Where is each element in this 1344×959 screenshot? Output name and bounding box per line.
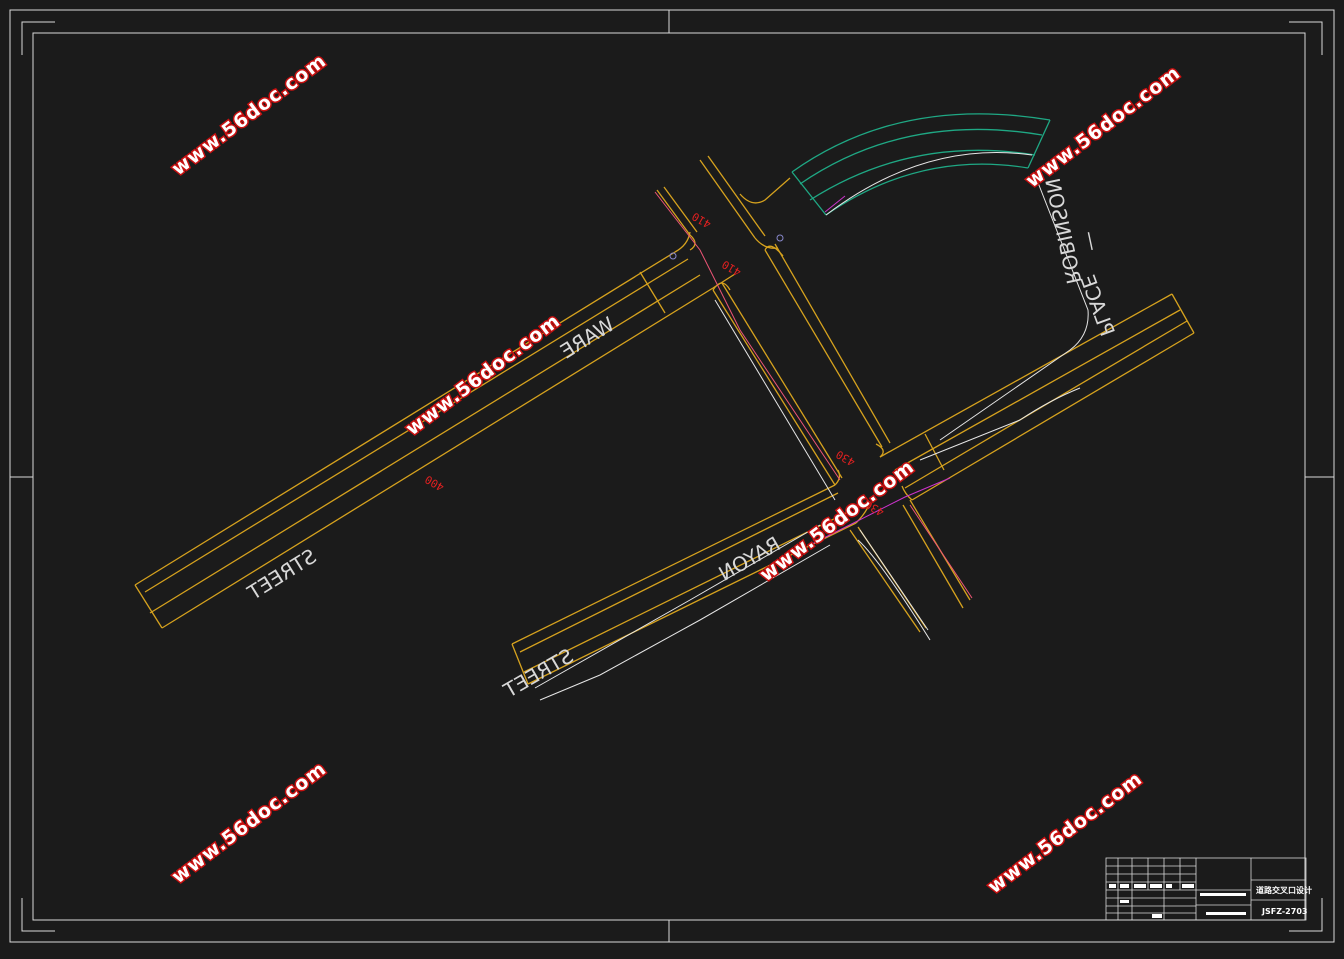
street-label-street-2: STREET (499, 644, 578, 703)
watermark-2: www.56doc.com (402, 310, 565, 440)
watermark-1: www.56doc.com (168, 50, 331, 180)
title-block-title: 道路交叉口设计 (1256, 885, 1312, 895)
street-label-robinson: ROBINSON (1040, 176, 1086, 286)
title-block-drawing-no: JSFZ-2703 (1261, 907, 1307, 916)
dimension-400: 400 (423, 472, 447, 493)
cad-drawing: WARE STREET RAYON STREET ROBINSON — PLAC… (9, 9, 1335, 943)
dimension-430-a: 430 (834, 447, 858, 468)
rayon-street-road (511, 293, 1195, 685)
street-label-street-1: STREET (243, 544, 321, 605)
street-label-dash: — (1078, 228, 1106, 253)
ware-street-road (134, 231, 736, 629)
kerb-lines (534, 152, 1089, 701)
watermark-6: www.56doc.com (984, 768, 1147, 898)
watermark-5: www.56doc.com (168, 758, 331, 888)
dimension-410-mid: 410 (720, 257, 744, 278)
street-label-place: PLACE (1075, 272, 1119, 340)
